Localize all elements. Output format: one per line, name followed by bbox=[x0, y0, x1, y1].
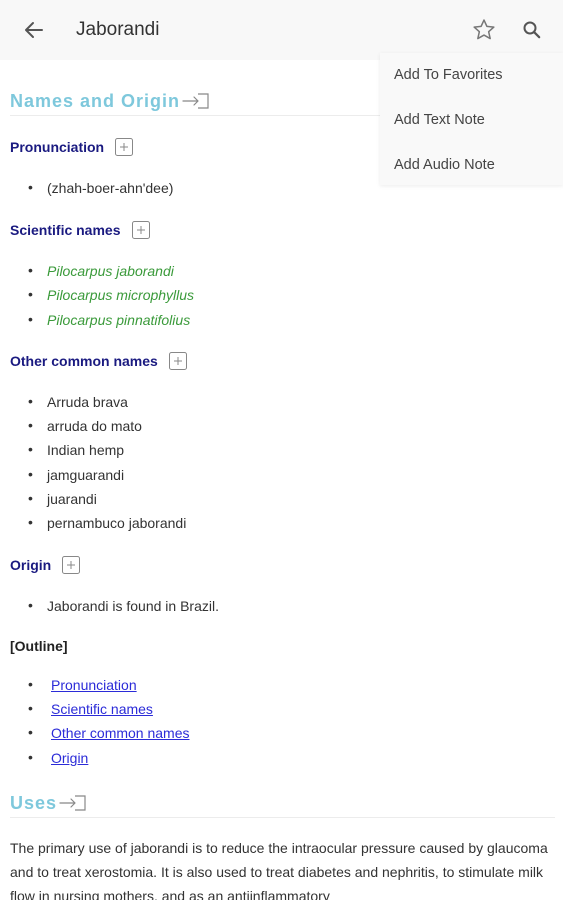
list-item: pernambuco jaborandi bbox=[28, 514, 186, 531]
list-item: (zhah-boer-ahn'dee) bbox=[28, 179, 173, 196]
divider bbox=[10, 817, 555, 818]
outline-link-scientific-names[interactable]: Scientific names bbox=[28, 700, 153, 717]
list-item: Pilocarpus pinnatifolius bbox=[28, 311, 190, 328]
search-icon[interactable] bbox=[520, 18, 544, 42]
subheading-scientific-names: Scientific names bbox=[10, 220, 151, 240]
jump-to-icon[interactable] bbox=[182, 91, 210, 111]
section-heading-uses: Uses bbox=[10, 791, 87, 815]
star-icon[interactable] bbox=[471, 17, 497, 43]
list-item: Pilocarpus jaborandi bbox=[28, 262, 174, 279]
list-item: arruda do mato bbox=[28, 417, 142, 434]
list-item: jamguarandi bbox=[28, 466, 124, 483]
outline-link-origin[interactable]: Origin bbox=[28, 749, 88, 766]
menu-item-add-to-favorites[interactable]: Add To Favorites bbox=[394, 67, 503, 83]
list-item: Arruda brava bbox=[28, 393, 128, 410]
jump-to-icon[interactable] bbox=[59, 793, 87, 813]
menu-item-add-text-note[interactable]: Add Text Note bbox=[394, 112, 485, 128]
subheading-label: Other common names bbox=[10, 353, 158, 369]
app-bar: Jaborandi bbox=[0, 0, 563, 60]
list-item: Jaborandi is found in Brazil. bbox=[28, 597, 219, 614]
section-heading-names-origin: Names and Origin bbox=[10, 89, 210, 113]
list-item: Indian hemp bbox=[28, 441, 124, 458]
add-note-icon[interactable] bbox=[168, 351, 188, 371]
add-note-icon[interactable] bbox=[61, 555, 81, 575]
add-note-icon[interactable] bbox=[131, 220, 151, 240]
subheading-label: Origin bbox=[10, 557, 52, 573]
outline-label: [Outline] bbox=[10, 638, 68, 654]
list-item: Pilocarpus microphyllus bbox=[28, 286, 194, 303]
outline-link-other-common-names[interactable]: Other common names bbox=[28, 724, 189, 741]
outline-link-pronunciation[interactable]: Pronunciation bbox=[28, 676, 137, 693]
back-arrow-icon[interactable] bbox=[22, 18, 46, 42]
overflow-menu: Add To Favorites Add Text Note Add Audio… bbox=[380, 53, 563, 185]
page-title: Jaborandi bbox=[76, 19, 160, 40]
add-note-icon[interactable] bbox=[114, 137, 134, 157]
subheading-label: Scientific names bbox=[10, 222, 121, 238]
subheading-pronunciation: Pronunciation bbox=[10, 137, 134, 157]
list-item: juarandi bbox=[28, 490, 97, 507]
uses-paragraph: The primary use of jaborandi is to reduc… bbox=[10, 840, 548, 900]
subheading-origin: Origin bbox=[10, 555, 81, 575]
menu-item-add-audio-note[interactable]: Add Audio Note bbox=[394, 157, 495, 173]
subheading-other-common-names: Other common names bbox=[10, 351, 188, 371]
section-title: Names and Origin bbox=[10, 90, 181, 111]
subheading-label: Pronunciation bbox=[10, 139, 105, 155]
section-title: Uses bbox=[10, 792, 58, 813]
